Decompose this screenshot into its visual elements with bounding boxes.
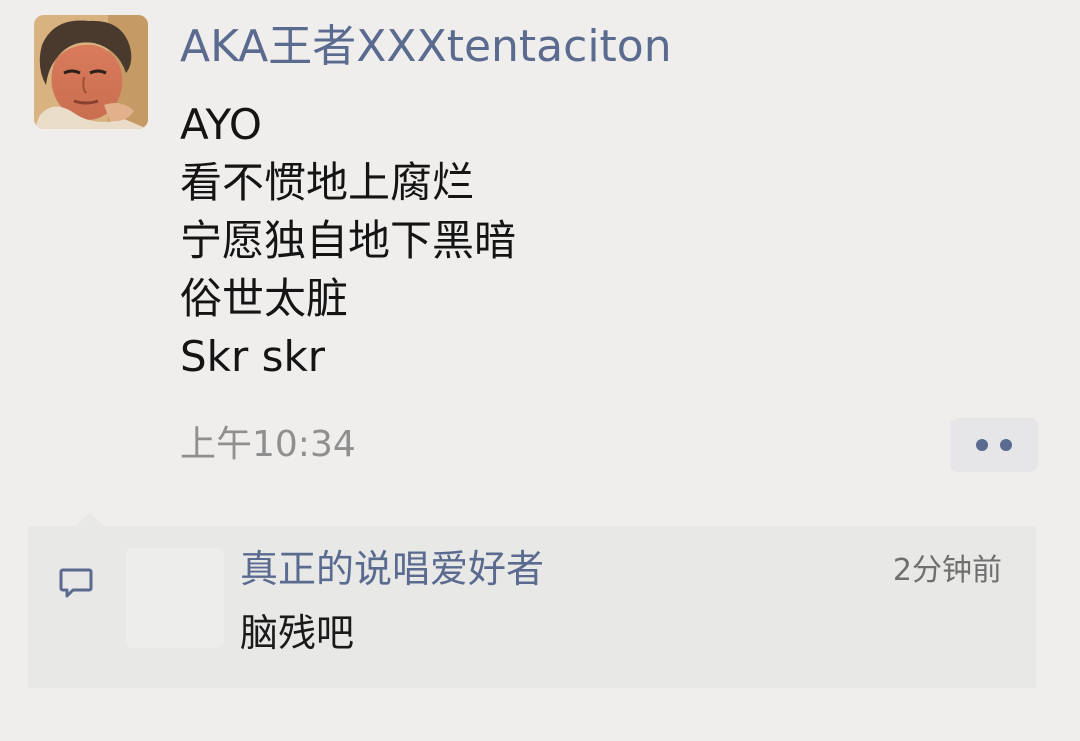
author-avatar[interactable] — [34, 15, 148, 129]
post-line: Skr skr — [180, 332, 326, 381]
post-line: 宁愿独自地下黑暗 — [180, 216, 517, 265]
post-body: AYO 看不惯地上腐烂 宁愿独自地下黑暗 俗世太脏 Skr skr — [180, 96, 940, 386]
more-dots-icon — [976, 439, 988, 451]
commenter-name[interactable]: 真正的说唱爱好者 — [240, 544, 544, 594]
post-author-name[interactable]: AKA王者XXXtentaciton — [180, 22, 672, 72]
post-line: 看不惯地上腐烂 — [180, 158, 475, 207]
more-dots-icon — [1000, 439, 1012, 451]
comment-text: 脑残吧 — [240, 611, 355, 655]
comment-section: 真正的说唱爱好者 2分钟前 脑残吧 — [28, 512, 1036, 688]
comment-bubble-icon — [59, 568, 93, 598]
post-line: AYO — [180, 100, 262, 149]
avatar-image — [34, 15, 148, 129]
more-actions-button[interactable] — [950, 418, 1038, 472]
post-timestamp: 上午10:34 — [180, 424, 356, 465]
post-line: 俗世太脏 — [180, 274, 349, 323]
commenter-avatar[interactable] — [126, 548, 224, 648]
comment-timestamp: 2分钟前 — [892, 553, 1002, 588]
